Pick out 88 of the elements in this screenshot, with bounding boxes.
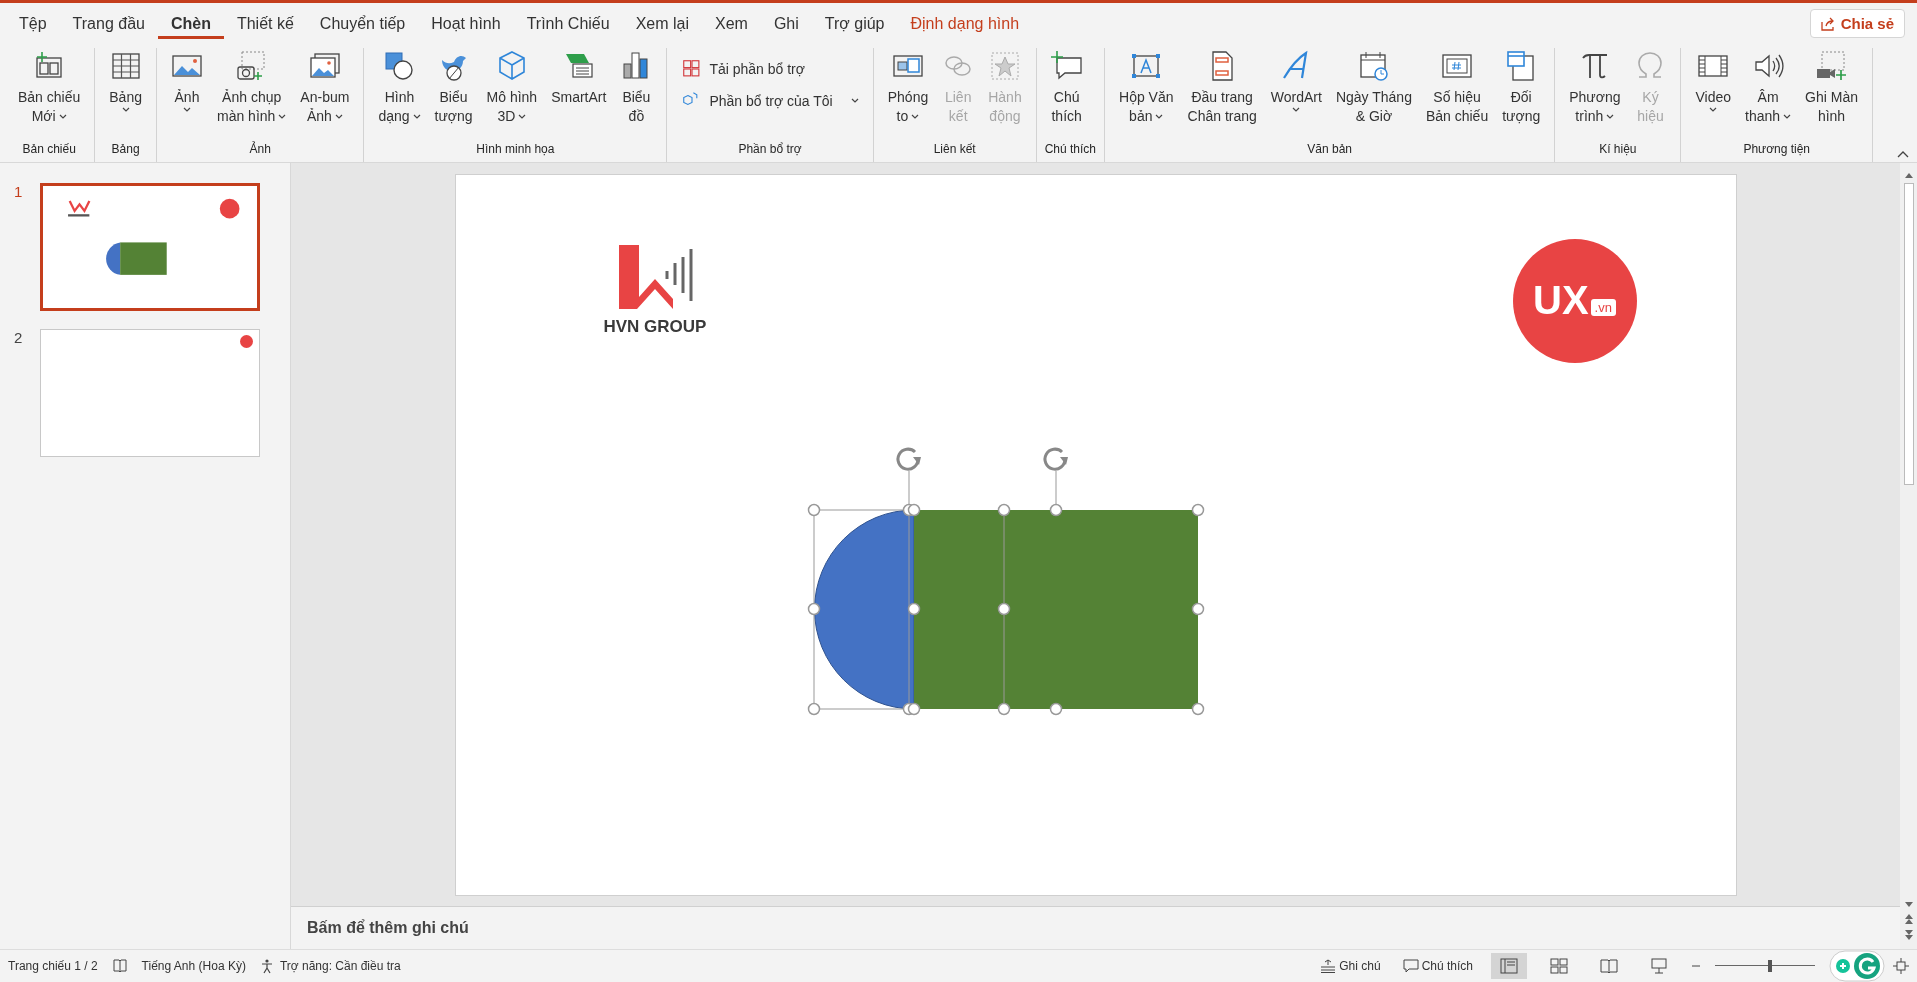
scroll-down-icon[interactable] <box>1903 901 1914 909</box>
next-slide-icon[interactable] <box>1903 929 1914 941</box>
ribbon-button[interactable]: SmartArt <box>545 48 613 138</box>
ribbon-tab[interactable]: Chuyển tiếp <box>306 8 419 39</box>
ribbon-tab[interactable]: Tệp <box>6 8 60 39</box>
slide-sorter-icon <box>1549 956 1569 976</box>
accessibility-status[interactable]: Trợ năng: Cần điều tra <box>279 959 401 973</box>
logo-mark-icon <box>617 242 693 311</box>
ribbon-button[interactable]: Ngày Tháng & Giờ <box>1329 48 1418 138</box>
slideshow-icon <box>1649 956 1669 976</box>
group-label: Bản chiếu <box>21 141 77 158</box>
ribbon-button[interactable]: Âm thanh <box>1739 48 1798 138</box>
slide-number: 2 <box>14 329 24 346</box>
ribbon-tab[interactable]: Định dạng hình <box>897 8 1033 39</box>
ribbon-button[interactable]: Chú thích <box>1044 48 1089 138</box>
shapes-icon <box>383 50 416 82</box>
scroll-thumb[interactable] <box>1903 183 1914 485</box>
ribbon-button[interactable]: Phương trình <box>1563 48 1627 138</box>
comment-icon <box>1402 959 1419 973</box>
fit-to-window-icon[interactable] <box>1893 958 1909 974</box>
slide-indicator: Trang chiếu 1 / 2 <box>8 959 98 973</box>
ribbon-button[interactable]: Biểu đồ <box>614 48 659 138</box>
group-label: Văn bản <box>1306 141 1353 158</box>
ribbon-button[interactable]: Hộp Văn bản <box>1113 48 1180 138</box>
ribbon-button[interactable]: Ảnh <box>165 48 209 138</box>
slide-number: 1 <box>14 183 24 200</box>
group-label: Bảng <box>110 141 141 158</box>
group-label: Phần bổ trợ <box>737 141 803 158</box>
language-indicator[interactable]: Tiếng Anh (Hoa Kỳ) <box>141 959 246 973</box>
ribbon-button[interactable]: Phần bổ trợ của Tôi <box>675 88 865 114</box>
logo-tag: .vn <box>1590 299 1616 316</box>
table-icon <box>109 50 142 82</box>
logo-text: UX <box>1533 278 1589 323</box>
group-label: Liên kết <box>932 141 977 158</box>
ribbon-button[interactable]: Bản chiếu Mới <box>12 48 87 138</box>
ribbon-tab[interactable]: Trình Chiếu <box>513 8 623 39</box>
share-button[interactable]: Chia sẻ <box>1809 9 1905 38</box>
ribbon-button[interactable]: Ảnh chụp màn hình <box>211 48 293 138</box>
selection-handles-drawing[interactable] <box>807 470 1204 715</box>
group-label: Chú thích <box>1044 141 1097 158</box>
ribbon-tab[interactable]: Hoạt hình <box>418 8 514 39</box>
group-label: Kí hiệu <box>1598 141 1638 158</box>
ribbon-button[interactable]: Mô hình 3D <box>480 48 544 138</box>
ribbon-button[interactable]: Đối tượng <box>1496 48 1547 138</box>
notes-button[interactable]: Ghi chú <box>1316 957 1385 975</box>
rotate-handle-icon[interactable] <box>1043 447 1068 471</box>
book-check-icon[interactable] <box>111 958 128 974</box>
camera-icon <box>235 50 268 82</box>
ribbon-tab[interactable]: Trang đầu <box>59 8 158 39</box>
group-label: Hình minh họa <box>475 141 556 158</box>
ribbon-tab[interactable]: Thiết kế <box>223 8 307 39</box>
logo-dot-icon <box>240 335 253 348</box>
scroll-up-icon[interactable] <box>1903 171 1914 179</box>
screen-record-icon <box>1815 50 1848 82</box>
notes-field[interactable]: Bấm để thêm ghi chú <box>291 906 1900 949</box>
normal-view-button[interactable] <box>1491 953 1527 979</box>
share-icon <box>1820 16 1835 31</box>
rotate-handle-icon[interactable] <box>896 447 921 471</box>
ribbon-button[interactable]: Ghi Màn hình <box>1799 48 1864 138</box>
ribbon-tab[interactable]: Trợ giúp <box>811 8 898 39</box>
group-label: Ảnh <box>248 140 272 158</box>
calendar-clock-icon <box>1357 50 1390 82</box>
previous-slide-icon[interactable] <box>1903 913 1914 925</box>
ribbon-button[interactable]: Video <box>1689 48 1738 138</box>
ribbon-button[interactable]: Đầu trang Chân trang <box>1181 48 1263 138</box>
ribbon-tab[interactable]: Xem lại <box>622 8 702 39</box>
ribbon-button[interactable]: Phóng to <box>881 48 935 138</box>
slide-thumbnail[interactable] <box>40 329 260 457</box>
zoom-slider[interactable] <box>1715 958 1815 974</box>
ribbon-tab[interactable]: Chèn <box>157 8 224 39</box>
ribbon-button[interactable]: Số hiệu Bản chiếu <box>1419 48 1495 138</box>
normal-view-icon <box>1499 956 1519 976</box>
notes-icon <box>1320 959 1337 973</box>
logo-text: HVN GROUP <box>603 316 707 337</box>
group-label: Phương tiện <box>1742 141 1812 158</box>
ribbon-button[interactable]: Hình dạng <box>372 48 427 138</box>
ribbon-button[interactable]: Bảng <box>103 48 148 138</box>
ribbon-tab[interactable]: Ghi <box>760 8 812 39</box>
grammarly-badge-icon[interactable] <box>1829 950 1885 982</box>
collapse-ribbon-icon[interactable] <box>1897 150 1909 158</box>
ribbon-button[interactable]: An-bum Ảnh <box>294 48 356 138</box>
ribbon-tab[interactable]: Xem <box>702 8 761 39</box>
comment-icon <box>1050 50 1083 82</box>
ribbon-button[interactable]: WordArt <box>1264 48 1328 138</box>
comments-button[interactable]: Chú thích <box>1398 957 1477 975</box>
ribbon-button[interactable]: Tải phần bổ trợ <box>675 56 865 82</box>
reading-view-icon <box>1599 956 1619 976</box>
ribbon-button[interactable]: Biểu tượng <box>428 48 479 138</box>
